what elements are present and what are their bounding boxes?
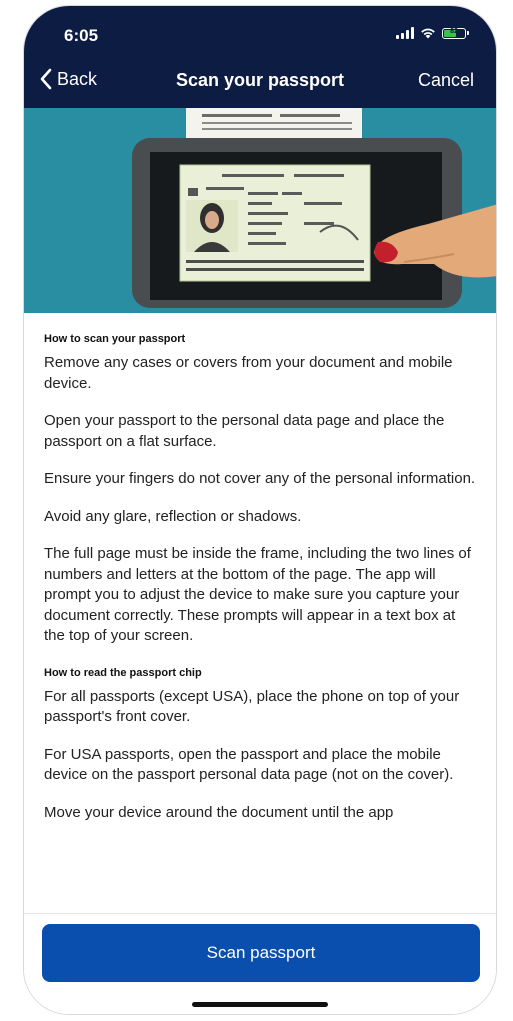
cancel-button[interactable]: Cancel (418, 70, 474, 91)
wifi-icon (421, 28, 435, 39)
top-bar: 6:05 82 Back Scan your passport Cancel (24, 6, 496, 108)
back-label: Back (57, 68, 98, 89)
section-title-chip: How to read the passport chip (44, 666, 202, 679)
battery-level: 82 (450, 27, 458, 35)
status-time: 6:05 (64, 26, 99, 45)
battery-icon: 82 (442, 27, 469, 39)
instruction-text: Avoid any glare, reflection or shadows. (44, 507, 302, 525)
bottom-action-bar: Scan passport (24, 913, 496, 1014)
instruction-text: For all passports (except USA), place th… (44, 687, 460, 726)
scroll-fade (24, 886, 496, 913)
instruction-text: The full page must be inside the frame, … (44, 545, 471, 644)
instructions-content: How to scan your passport Remove any cas… (24, 313, 496, 913)
scan-passport-button[interactable]: Scan passport (42, 924, 480, 982)
instruction-text: Move your device around the document unt… (44, 803, 394, 821)
hero-illustration (24, 108, 496, 313)
cellular-signal-icon (396, 27, 414, 39)
status-icons: 82 (396, 27, 469, 39)
chevron-left-icon (40, 68, 52, 90)
back-button[interactable]: Back (39, 68, 97, 90)
instruction-text: Open your passport to the personal data … (44, 412, 445, 450)
instruction-text: For USA passports, open the passport and… (44, 745, 454, 784)
home-indicator[interactable] (192, 1002, 328, 1007)
phone-screen: 6:05 82 Back Scan your passport Cancel H… (23, 5, 497, 1015)
instruction-text: Remove any cases or covers from your doc… (44, 354, 453, 392)
instruction-text: Ensure your fingers do not cover any of … (44, 470, 476, 487)
passport-scan-illustration (24, 108, 496, 313)
section-title-scan: How to scan your passport (44, 333, 186, 345)
